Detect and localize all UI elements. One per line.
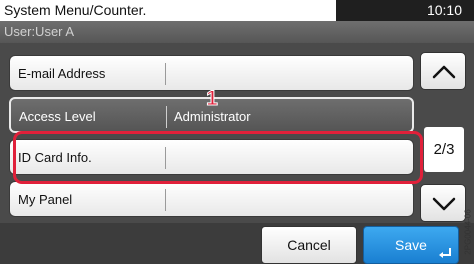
callout-number: 1: [206, 87, 219, 110]
figure-id: 2PG0044-06: [462, 198, 474, 264]
row-my-panel[interactable]: My Panel: [9, 181, 414, 217]
highlight-frame: [13, 131, 423, 184]
figure-id-text: 2PG0044-06: [463, 209, 473, 255]
row-label: Access Level: [19, 109, 96, 124]
chevron-up-icon: [432, 65, 456, 79]
page-indicator: 2/3: [424, 127, 464, 172]
user-label: User:User A: [0, 21, 474, 43]
scroll-down-button[interactable]: [420, 184, 466, 222]
scroll-up-button[interactable]: [420, 52, 466, 90]
cancel-button[interactable]: Cancel: [261, 226, 357, 264]
clock: 10:10: [426, 2, 462, 18]
chevron-down-icon: [432, 197, 456, 211]
row-label: My Panel: [18, 192, 73, 207]
screen-title: System Menu/Counter.: [0, 0, 338, 21]
save-label: Save: [395, 237, 427, 253]
save-button[interactable]: Save: [363, 226, 459, 264]
row-label: E-mail Address: [18, 66, 106, 81]
row-divider: [166, 106, 167, 128]
row-divider: [165, 63, 166, 85]
title-bar: System Menu/Counter. 10:10: [0, 0, 474, 21]
screen: System Menu/Counter. 10:10 User:User A E…: [0, 0, 474, 264]
row-divider: [165, 189, 166, 211]
row-email-address[interactable]: E-mail Address: [9, 55, 414, 91]
enter-icon: [439, 248, 451, 258]
